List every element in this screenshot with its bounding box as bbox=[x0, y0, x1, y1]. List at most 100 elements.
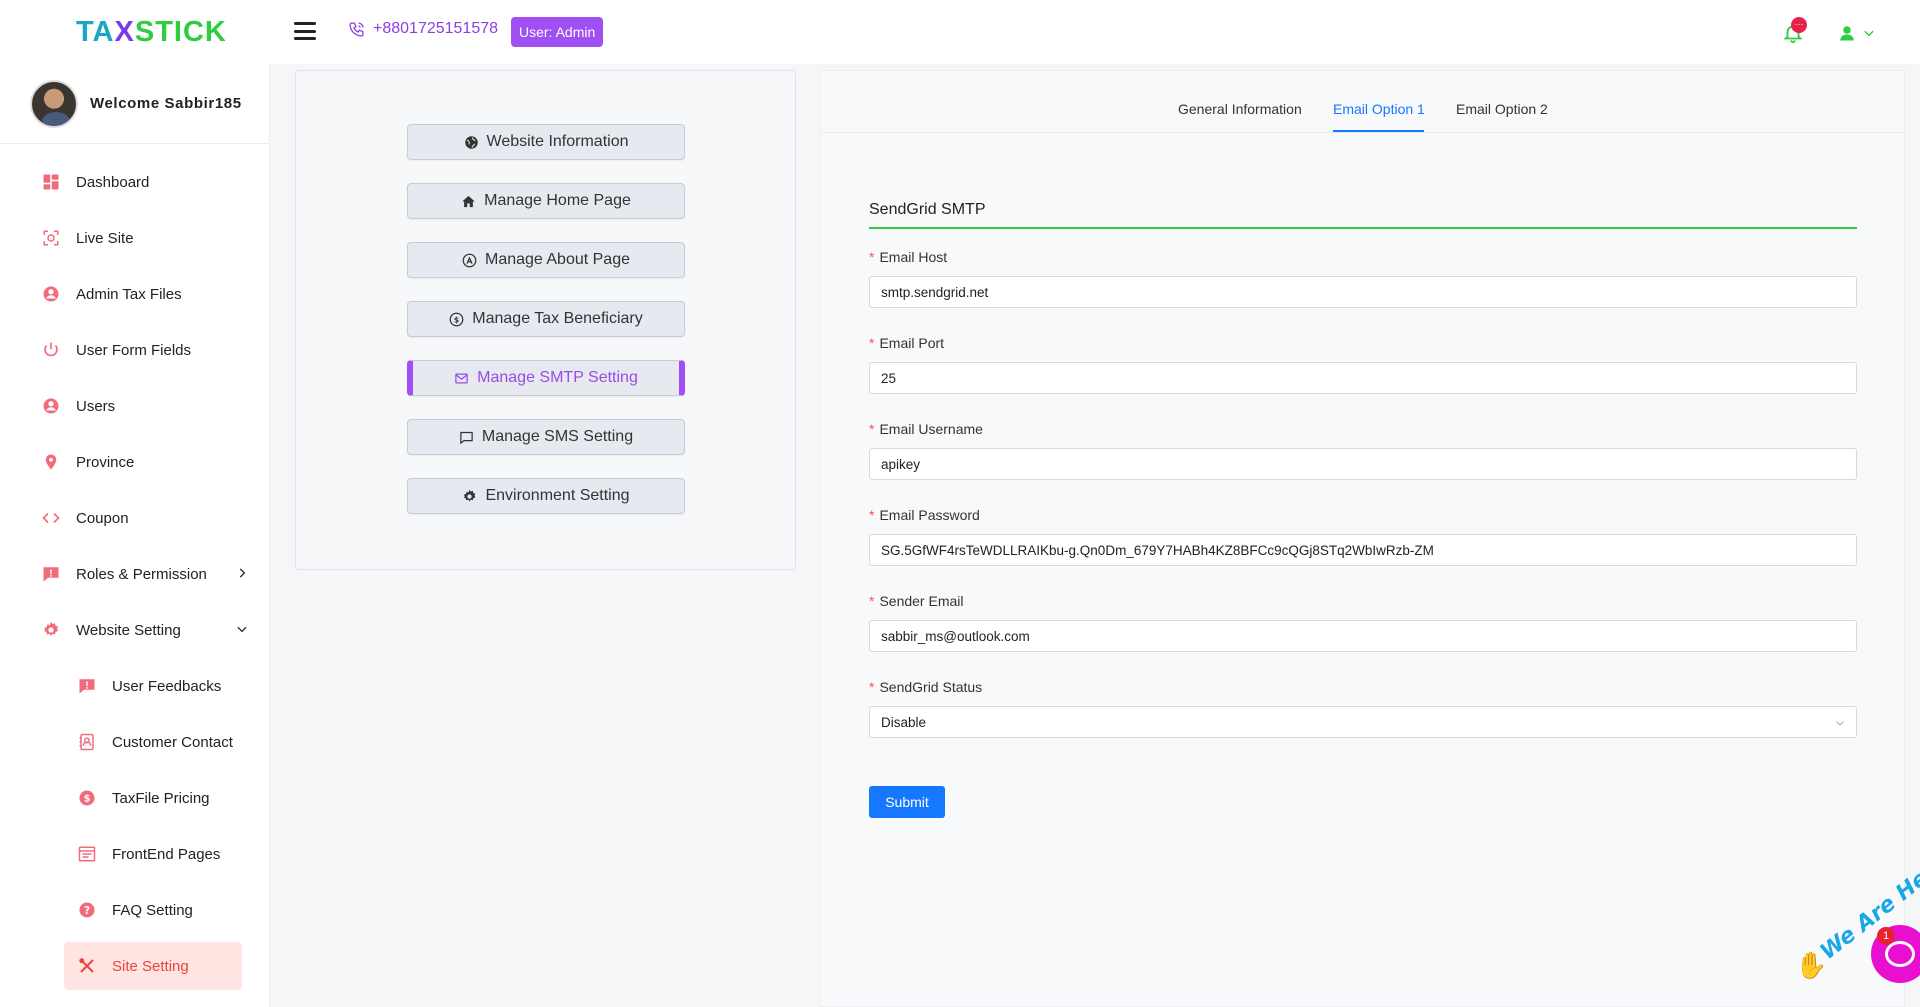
tab-email-option-1[interactable]: Email Option 1 bbox=[1333, 101, 1425, 117]
chevron-down-icon bbox=[237, 626, 247, 633]
logo[interactable]: TAXSTICK bbox=[76, 16, 227, 49]
sendgrid-status-label: * SendGrid Status bbox=[869, 679, 982, 695]
menu-toggle-icon[interactable] bbox=[294, 22, 316, 40]
svg-text:?: ? bbox=[84, 905, 90, 917]
logo-part-3: STICK bbox=[134, 16, 227, 48]
phone-number: +8801725151578 bbox=[373, 20, 499, 37]
sidebar-item-faq-setting[interactable]: ? FAQ Setting bbox=[0, 882, 269, 938]
sidebar-item-label: Province bbox=[76, 453, 135, 471]
svg-text:$: $ bbox=[84, 793, 91, 804]
sidebar-item-customer-contact[interactable]: Customer Contact bbox=[0, 714, 269, 770]
label-text: SendGrid Status bbox=[879, 679, 983, 695]
phone-icon bbox=[349, 21, 364, 37]
required-mark: * bbox=[869, 679, 875, 695]
label-text: Email Port bbox=[879, 335, 945, 351]
chat-unread-badge: 1 bbox=[1877, 927, 1895, 945]
smtp-form-card: General Information Email Option 1 Email… bbox=[820, 70, 1906, 1007]
sidebar-item-label: Customer Contact bbox=[112, 733, 233, 751]
power-icon bbox=[42, 341, 60, 359]
button-label: Manage About Page bbox=[484, 251, 630, 268]
alert-icon bbox=[42, 565, 60, 583]
avatar[interactable] bbox=[30, 79, 78, 128]
sidebar-item-label: Live Site bbox=[76, 229, 134, 247]
sidebar-item-admin-tax-files[interactable]: Admin Tax Files bbox=[0, 266, 269, 322]
top-header: TAXSTICK +8801725151578 User: Admin ··· bbox=[0, 0, 1920, 64]
user-menu[interactable] bbox=[1838, 23, 1882, 43]
label-text: Email Password bbox=[879, 507, 980, 523]
sidebar-item-site-setting[interactable]: Site Setting bbox=[0, 938, 269, 994]
sidebar-item-province[interactable]: Province bbox=[0, 434, 269, 490]
label-text: Email Username bbox=[879, 421, 983, 437]
sidebar-item-label: Roles & Permission bbox=[76, 565, 207, 583]
email-password-label: * Email Password bbox=[869, 507, 980, 523]
label-text: Sender Email bbox=[879, 593, 964, 609]
sidebar-item-website-setting[interactable]: Website Setting bbox=[0, 602, 269, 658]
sidebar-item-taxfile-pricing[interactable]: $ TaxFile Pricing bbox=[0, 770, 269, 826]
settings-menu-card: Website Information Manage Home Page Man… bbox=[295, 70, 796, 570]
manage-sms-setting-button[interactable]: Manage SMS Setting bbox=[407, 419, 685, 455]
sidebar-item-label: User Form Fields bbox=[76, 341, 192, 359]
tab-email-option-2[interactable]: Email Option 2 bbox=[1456, 101, 1548, 117]
chevron-down-icon bbox=[1836, 721, 1844, 726]
website-information-button[interactable]: Website Information bbox=[407, 124, 685, 160]
button-label: Environment Setting bbox=[485, 487, 630, 504]
button-label: Manage Tax Beneficiary bbox=[472, 310, 643, 327]
email-password-input[interactable] bbox=[869, 534, 1857, 566]
svg-text:$: $ bbox=[454, 315, 459, 324]
sidebar-item-roles-permission[interactable]: Roles & Permission bbox=[0, 546, 269, 602]
globe-icon bbox=[464, 135, 478, 149]
sidebar-item-label: Site Setting bbox=[112, 957, 189, 975]
tools-icon bbox=[78, 957, 96, 975]
select-value: Disable bbox=[881, 714, 927, 730]
sender-email-label: * Sender Email bbox=[869, 593, 964, 609]
required-mark: * bbox=[869, 593, 875, 609]
sidebar-item-live-site[interactable]: Live Site bbox=[0, 210, 269, 266]
notification-badge: ··· bbox=[1791, 17, 1807, 33]
manage-about-page-button[interactable]: Manage About Page bbox=[407, 242, 685, 278]
contact-book-icon bbox=[78, 733, 96, 751]
submit-button[interactable]: Submit bbox=[869, 786, 945, 818]
sidebar-item-user-feedbacks[interactable]: User Feedbacks bbox=[0, 658, 269, 714]
user-role-badge: User: Admin bbox=[511, 17, 604, 47]
active-tab-indicator bbox=[1333, 130, 1424, 132]
tab-bar: General Information Email Option 1 Email… bbox=[821, 71, 1906, 133]
tab-general-information[interactable]: General Information bbox=[1178, 101, 1302, 117]
code-icon bbox=[42, 509, 60, 527]
email-username-input[interactable] bbox=[869, 448, 1857, 480]
button-label: Manage SMTP Setting bbox=[477, 369, 638, 386]
button-label: Website Information bbox=[486, 133, 629, 150]
required-mark: * bbox=[869, 507, 875, 523]
user-circle-icon bbox=[42, 285, 60, 303]
logo-part-2: X bbox=[114, 16, 135, 48]
environment-setting-button[interactable]: Environment Setting bbox=[407, 478, 685, 514]
email-port-input[interactable] bbox=[869, 362, 1857, 394]
welcome-text: Welcome Sabbir185 bbox=[90, 95, 242, 112]
email-username-label: * Email Username bbox=[869, 421, 983, 437]
manage-tax-beneficiary-button[interactable]: $ Manage Tax Beneficiary bbox=[407, 301, 685, 337]
sidebar-item-label: FrontEnd Pages bbox=[112, 845, 221, 863]
sidebar-item-frontend-pages[interactable]: FrontEnd Pages bbox=[0, 826, 269, 882]
app-store-icon bbox=[462, 253, 477, 267]
manage-smtp-setting-button[interactable]: Manage SMTP Setting bbox=[407, 360, 685, 396]
email-host-label: * Email Host bbox=[869, 249, 947, 265]
feedback-icon bbox=[78, 677, 96, 695]
dashboard-icon bbox=[42, 173, 60, 191]
sendgrid-status-select[interactable]: Disable bbox=[869, 706, 1857, 738]
section-title: SendGrid SMTP bbox=[869, 201, 1857, 229]
sidebar-item-dashboard[interactable]: Dashboard bbox=[0, 154, 269, 210]
chat-icon bbox=[1885, 941, 1915, 967]
mail-icon bbox=[455, 373, 468, 383]
home-icon bbox=[462, 195, 475, 207]
sidebar-item-user-form-fields[interactable]: User Form Fields bbox=[0, 322, 269, 378]
chevron-down-icon bbox=[1864, 30, 1874, 37]
phone-contact[interactable]: +8801725151578 bbox=[348, 20, 498, 38]
sender-email-input[interactable] bbox=[869, 620, 1857, 652]
sidebar-item-label: Dashboard bbox=[76, 173, 150, 191]
sidebar-item-coupon[interactable]: Coupon bbox=[0, 490, 269, 546]
button-label: Manage SMS Setting bbox=[481, 428, 634, 445]
sidebar-item-users[interactable]: Users bbox=[0, 378, 269, 434]
question-icon: ? bbox=[78, 901, 96, 919]
manage-home-page-button[interactable]: Manage Home Page bbox=[407, 183, 685, 219]
email-host-input[interactable] bbox=[869, 276, 1857, 308]
sidebar-item-label: Admin Tax Files bbox=[76, 285, 182, 303]
